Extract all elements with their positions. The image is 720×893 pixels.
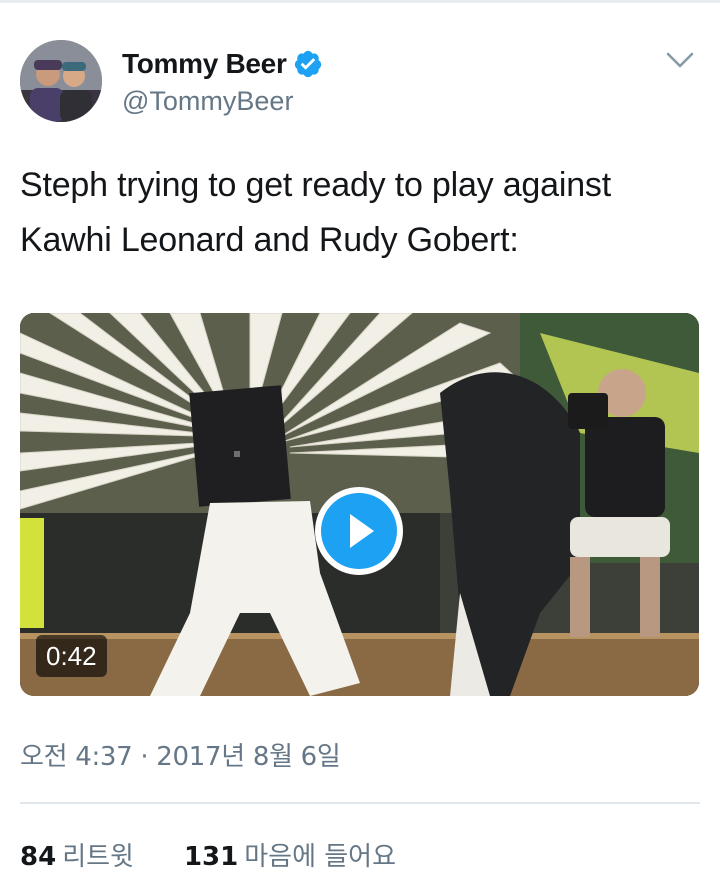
author-name-row[interactable]: Tommy Beer xyxy=(122,46,323,82)
avatar[interactable] xyxy=(20,40,102,122)
retweets-label: 리트윗 xyxy=(62,842,134,872)
divider xyxy=(20,802,700,804)
likes-stat[interactable]: 131 마음에 들어요 xyxy=(184,836,396,873)
author-handle[interactable]: @TommyBeer xyxy=(122,86,293,117)
engagement-stats: 84 리트윗 131 마음에 들어요 xyxy=(20,836,396,873)
tweet-text: Steph trying to get ready to play agains… xyxy=(20,158,700,268)
tweet-text-line: Steph trying to get ready to play agains… xyxy=(20,166,611,204)
display-name[interactable]: Tommy Beer xyxy=(122,48,287,80)
retweets-stat[interactable]: 84 리트윗 xyxy=(20,836,134,873)
play-icon[interactable] xyxy=(312,484,406,578)
tweet-detail: Tommy Beer @TommyBeer Steph trying to ge… xyxy=(0,0,720,893)
video-duration-badge: 0:42 xyxy=(36,635,107,677)
top-divider xyxy=(0,0,720,3)
likes-count: 131 xyxy=(183,842,239,872)
chevron-down-icon[interactable] xyxy=(662,44,698,76)
tweet-timestamp[interactable]: 오전 4:37 · 2017년 8월 6일 xyxy=(20,736,341,773)
likes-label: 마음에 들어요 xyxy=(244,842,397,872)
retweets-count: 84 xyxy=(20,842,57,872)
tweet-text-line: Kawhi Leonard and Rudy Gobert: xyxy=(20,221,519,259)
verified-badge-icon xyxy=(294,50,321,78)
